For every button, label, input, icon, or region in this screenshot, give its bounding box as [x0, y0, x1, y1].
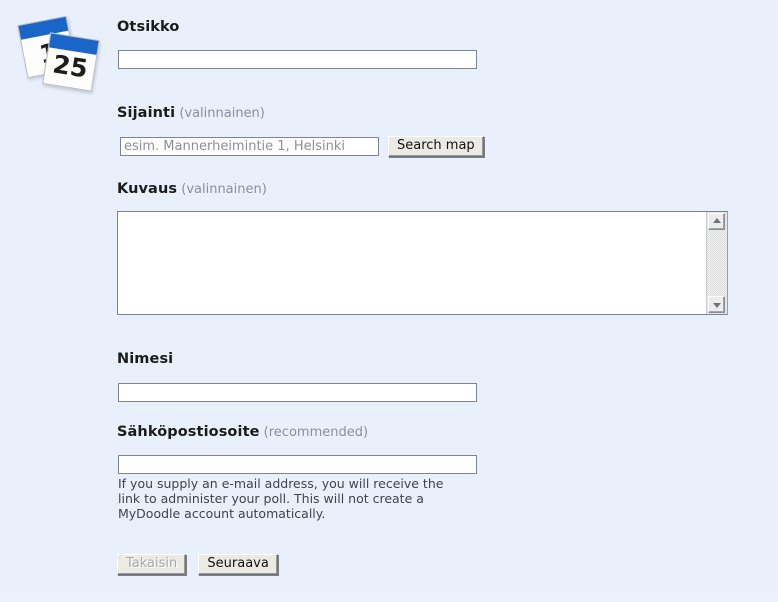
description-label-sub: (valinnainen)	[181, 182, 267, 197]
location-label: Sijainti	[117, 105, 176, 121]
description-textarea[interactable]	[118, 212, 707, 314]
scrollbar-up-button[interactable]	[708, 213, 725, 230]
next-button[interactable]: Seuraava	[198, 554, 278, 575]
scrollbar-down-button[interactable]	[708, 296, 725, 313]
title-input[interactable]	[118, 50, 477, 69]
calendar-page-front-icon: 25	[42, 32, 100, 92]
email-label: Sähköpostiosoite	[117, 424, 260, 440]
form-button-row: Takaisin Seuraava	[117, 554, 286, 575]
chevron-up-icon	[712, 217, 721, 223]
name-input[interactable]	[118, 383, 477, 402]
back-button[interactable]: Takaisin	[117, 554, 187, 575]
description-scrollbar[interactable]	[706, 212, 727, 314]
chevron-down-icon	[712, 302, 721, 308]
calendar-stack-icon: 1 25	[14, 15, 106, 96]
description-textarea-wrapper	[117, 211, 728, 315]
location-input[interactable]	[120, 137, 379, 156]
footer-band	[0, 588, 778, 602]
page-root: 1 25 Otsikko Sijainti (valinnainen) Sear…	[0, 0, 778, 602]
location-label-sub: (valinnainen)	[179, 106, 265, 121]
search-map-button[interactable]: Search map	[388, 136, 484, 157]
email-input[interactable]	[118, 455, 477, 474]
title-label: Otsikko	[117, 19, 180, 35]
email-help-text: If you supply an e-mail address, you wil…	[118, 476, 444, 521]
description-label: Kuvaus	[117, 181, 178, 197]
name-label: Nimesi	[117, 351, 174, 367]
email-label-sub: (recommended)	[263, 425, 369, 440]
calendar-front-day-number: 25	[50, 49, 90, 84]
